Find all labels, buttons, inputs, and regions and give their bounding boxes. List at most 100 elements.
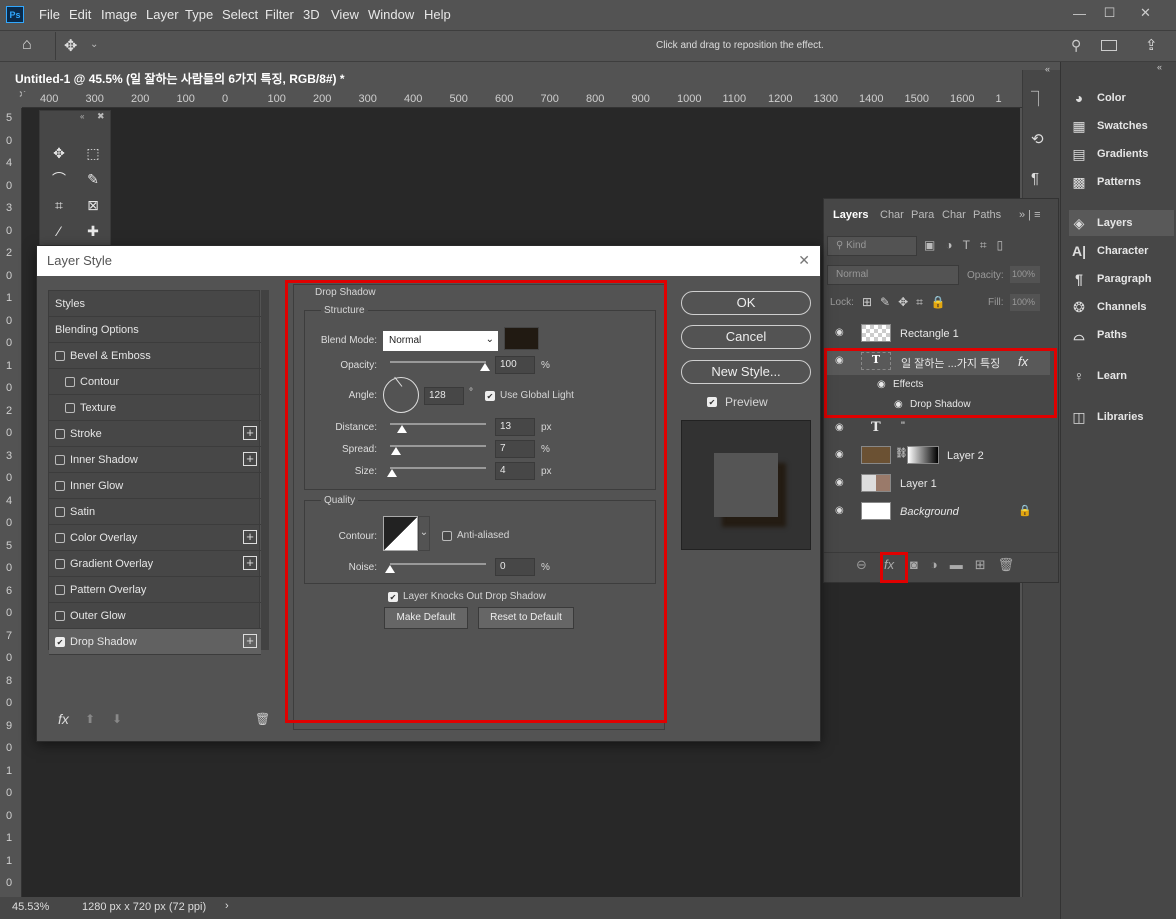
layer-row[interactable]: ◉ Layer 1 — [825, 470, 1050, 497]
move-tool-icon[interactable]: ✥ — [48, 143, 70, 163]
properties-icon[interactable]: ⟲ — [1031, 130, 1044, 148]
menu-help[interactable]: Help — [424, 7, 451, 22]
marquee-tool-icon[interactable]: ⬚ — [82, 143, 104, 163]
tab-layers[interactable]: Layers — [833, 209, 868, 221]
eye-icon[interactable]: ◉ — [835, 477, 847, 488]
add-icon[interactable]: + — [243, 452, 257, 466]
menu-edit[interactable]: Edit — [69, 7, 91, 22]
adjustments-icon[interactable]: ¶ — [1031, 170, 1039, 187]
style-item[interactable]: Pattern Overlay — [49, 577, 261, 603]
maximize-button[interactable]: ☐ — [1092, 0, 1127, 26]
style-item[interactable]: ✔ Drop Shadow + — [49, 629, 261, 655]
move-tool-icon[interactable]: ✥ — [64, 36, 77, 56]
style-item[interactable]: Gradient Overlay + — [49, 551, 261, 577]
menu-filter[interactable]: Filter — [265, 7, 294, 22]
kind-filter[interactable]: ⚲ Kind — [827, 236, 917, 256]
quick-select-tool-icon[interactable]: ✎ — [82, 169, 104, 189]
scrollbar[interactable] — [261, 290, 269, 650]
checkbox[interactable] — [55, 532, 65, 543]
checkbox[interactable] — [55, 506, 65, 517]
close-icon[interactable]: ✖ — [97, 111, 105, 122]
checkbox[interactable] — [55, 584, 65, 595]
menu-layer[interactable]: Layer — [146, 7, 179, 22]
panel-paragraph[interactable]: ¶ Paragraph — [1069, 266, 1174, 292]
panel-paths[interactable]: ⌓ Paths — [1069, 322, 1174, 348]
checkbox[interactable] — [55, 454, 65, 465]
preview-checkbox[interactable]: ✔ Preview — [707, 395, 768, 409]
layer-row[interactable]: ◉ ⛓ Layer 2 — [825, 442, 1050, 469]
blend-mode-select[interactable]: Normal — [827, 265, 959, 285]
checkbox[interactable] — [55, 428, 65, 439]
lock-icons[interactable]: ⊞✎✥⌗🔒 — [862, 295, 954, 310]
checkbox[interactable] — [65, 376, 75, 387]
panel-menu-icon[interactable]: » | ≡ — [1019, 209, 1041, 221]
home-icon[interactable]: ⌂ — [22, 36, 32, 54]
chevron-down-icon[interactable]: ⌄ — [90, 39, 98, 50]
panel-patterns[interactable]: ▩ Patterns — [1069, 169, 1174, 195]
checkbox[interactable]: ✔ — [55, 636, 65, 647]
close-icon[interactable]: ✕ — [798, 252, 810, 269]
zoom-level[interactable]: 45.53% — [12, 901, 49, 913]
panel-swatches[interactable]: ▦ Swatches — [1069, 113, 1174, 139]
layer-footer-icons[interactable]: ⊖ — [856, 557, 880, 573]
style-item[interactable]: Outer Glow — [49, 603, 261, 629]
style-item[interactable]: Color Overlay + — [49, 525, 261, 551]
menu-image[interactable]: Image — [101, 7, 137, 22]
layer-row[interactable]: ◉ Background 🔒 — [825, 498, 1050, 525]
healing-brush-tool-icon[interactable]: ✚ — [82, 221, 104, 241]
frame-tool-icon[interactable]: ⊠ — [82, 195, 104, 215]
checkbox[interactable] — [65, 402, 75, 413]
eye-icon[interactable]: ◉ — [835, 449, 847, 460]
collapse-icon[interactable]: « — [1045, 64, 1050, 74]
checkbox[interactable] — [55, 610, 65, 621]
eye-icon[interactable]: ◉ — [835, 505, 847, 516]
search-icon[interactable]: ⚲ — [1071, 37, 1081, 54]
fx-icon[interactable]: fx — [58, 711, 69, 727]
panel-libraries[interactable]: ◫ Libraries — [1069, 404, 1174, 430]
lasso-tool-icon[interactable]: ⌒ — [48, 169, 70, 189]
style-item[interactable]: Inner Glow — [49, 473, 261, 499]
checkbox[interactable] — [55, 480, 65, 491]
panel-gradients[interactable]: ▤ Gradients — [1069, 141, 1174, 167]
chevron-right-icon[interactable]: › — [225, 900, 229, 912]
layer-actions-icons[interactable]: ◙◑▬⊞🗑 — [910, 557, 1026, 573]
fill-field[interactable]: 100% — [1010, 294, 1040, 311]
tab-channels[interactable]: Char — [942, 209, 966, 221]
move-down-icon[interactable]: ⬇ — [112, 712, 122, 726]
share-icon[interactable]: ⇪ — [1145, 36, 1158, 54]
checkbox[interactable] — [55, 558, 65, 569]
crop-tool-icon[interactable]: ⌗ — [48, 195, 70, 215]
panel-learn[interactable]: ♀ Learn — [1069, 363, 1174, 389]
eye-icon[interactable]: ◉ — [835, 422, 847, 433]
style-item[interactable]: Bevel & Emboss — [49, 343, 261, 369]
add-icon[interactable]: + — [243, 530, 257, 544]
menu-type[interactable]: Type — [185, 7, 213, 22]
filter-icons[interactable]: ▣◑T⌗▯ — [924, 238, 1013, 253]
add-icon[interactable]: + — [243, 634, 257, 648]
style-item[interactable]: Contour — [49, 369, 261, 395]
delete-icon[interactable]: 🗑 — [255, 712, 270, 726]
panel-channels[interactable]: ❂ Channels — [1069, 294, 1174, 320]
panel-character[interactable]: A| Character — [1069, 238, 1174, 264]
menu-3d[interactable]: 3D — [303, 7, 320, 22]
photoshop-logo-icon[interactable]: Ps — [6, 6, 24, 23]
menu-window[interactable]: Window — [368, 7, 414, 22]
panel-color[interactable]: ◕ Color — [1069, 85, 1174, 111]
new-style-button[interactable]: New Style... — [681, 360, 811, 384]
tab-paths[interactable]: Paths — [973, 209, 1001, 221]
move-up-icon[interactable]: ⬆ — [85, 712, 95, 726]
eye-icon[interactable]: ◉ — [835, 327, 847, 338]
style-item[interactable]: Satin — [49, 499, 261, 525]
style-item[interactable]: Styles — [49, 291, 261, 317]
close-window-button[interactable]: ✕ — [1128, 0, 1163, 26]
style-item[interactable]: Texture — [49, 395, 261, 421]
opacity-field[interactable]: 100% — [1010, 266, 1040, 283]
history-icon[interactable]: ⏋ — [1031, 88, 1046, 109]
document-tab[interactable]: Untitled-1 @ 45.5% (일 잘하는 사람들의 6가지 특징, R… — [8, 65, 358, 101]
workspace-icon[interactable] — [1101, 40, 1117, 51]
eyedropper-tool-icon[interactable]: ⁄ — [48, 221, 70, 241]
menu-view[interactable]: View — [331, 7, 359, 22]
layer-row[interactable]: ◉ Rectangle 1 — [825, 320, 1050, 347]
tab-character[interactable]: Char — [880, 209, 904, 221]
add-icon[interactable]: + — [243, 426, 257, 440]
